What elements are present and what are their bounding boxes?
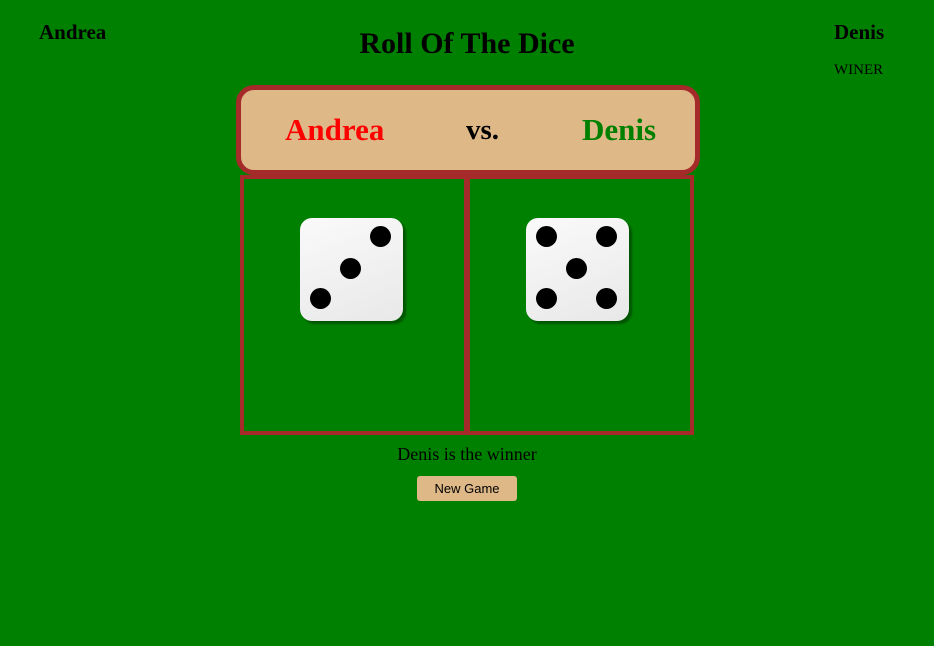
winner-label: WINER [834, 62, 884, 78]
die-pip [536, 226, 557, 247]
die-pip [310, 288, 331, 309]
player2-name: Denis [582, 112, 657, 147]
die-pip [536, 288, 557, 309]
dice-board [240, 175, 694, 435]
die-pip [596, 226, 617, 247]
die-pip [370, 226, 391, 247]
player2-dice-cell [466, 175, 694, 435]
die-pip [566, 258, 587, 279]
versus-label: vs. [466, 114, 500, 146]
die-pip [340, 258, 361, 279]
player1-dice-cell [240, 175, 468, 435]
player1-die [300, 218, 403, 321]
result-message: Denis is the winner [397, 444, 537, 464]
player2-die [526, 218, 629, 321]
new-game-button[interactable]: New Game [417, 476, 517, 501]
page-title: Roll Of The Dice [359, 27, 575, 60]
matchup-banner: Andrea vs. Denis [236, 85, 700, 175]
player1-name: Andrea [285, 112, 385, 147]
player2-score-name: Denis [834, 20, 885, 44]
die-pip [596, 288, 617, 309]
game-page: Andrea Roll Of The Dice Denis WINER Andr… [0, 0, 934, 646]
